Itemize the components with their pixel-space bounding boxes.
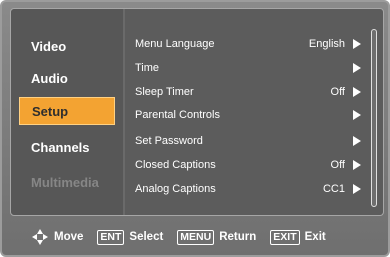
menu-row-label: Closed Captions [135, 159, 216, 171]
sidebar-item-multimedia: Multimedia [31, 175, 99, 190]
sidebar-item-setup[interactable]: Setup [19, 97, 115, 125]
menu-row-menu-language[interactable]: Menu Language English [135, 33, 365, 55]
chevron-right-icon [353, 39, 361, 49]
setup-options-list: Menu Language English Time Sleep Timer O… [129, 9, 365, 215]
sidebar-item-channels[interactable]: Channels [19, 134, 115, 162]
ent-key: ENT [97, 229, 125, 245]
chevron-right-icon [353, 184, 361, 194]
menu-row-parental-controls[interactable]: Parental Controls [135, 104, 365, 126]
menu-row-label: Set Password [135, 135, 203, 147]
menu-panel: Video Audio Setup Channels Multimedia Me… [10, 8, 384, 216]
return-hint: MENU Return [177, 229, 257, 245]
menu-row-closed-captions[interactable]: Closed Captions Off [135, 154, 365, 176]
select-hint: ENT Select [97, 229, 164, 245]
menu-row-label: Menu Language [135, 38, 215, 50]
exit-key: EXIT [270, 229, 300, 245]
move-label: Move [54, 231, 84, 243]
chevron-right-icon [353, 63, 361, 73]
chevron-right-icon [353, 110, 361, 120]
category-sidebar: Video Audio Setup Channels Multimedia [11, 9, 125, 215]
sidebar-item-audio[interactable]: Audio [19, 65, 115, 93]
menu-row-label: Analog Captions [135, 183, 216, 195]
menu-row-value: English [308, 38, 345, 50]
exit-label: Exit [304, 231, 326, 243]
menu-row-time[interactable]: Time [135, 57, 365, 79]
chevron-right-icon [353, 87, 361, 97]
menu-row-set-password[interactable]: Set Password [135, 130, 365, 152]
menu-row-label: Parental Controls [135, 109, 220, 121]
tv-osd-menu: Video Audio Setup Channels Multimedia Me… [0, 0, 390, 257]
menu-row-analog-captions[interactable]: Analog Captions CC1 [135, 178, 365, 200]
menu-row-label: Time [135, 62, 160, 74]
button-hint-bar: Move ENT Select MENU Return EXIT Exit [10, 224, 380, 250]
scrollbar[interactable] [371, 29, 377, 207]
menu-row-value: Off [330, 86, 345, 98]
chevron-right-icon [353, 160, 361, 170]
menu-row-value: Off [330, 159, 345, 171]
dpad-arrows-icon [32, 229, 48, 245]
exit-hint: EXIT Exit [270, 229, 326, 245]
move-hint: Move [32, 229, 83, 245]
select-label: Select [129, 231, 164, 243]
return-label: Return [219, 231, 257, 243]
menu-row-sleep-timer[interactable]: Sleep Timer Off [135, 81, 365, 103]
sidebar-item-video[interactable]: Video [19, 33, 115, 61]
menu-key: MENU [177, 229, 215, 245]
chevron-right-icon [353, 136, 361, 146]
menu-row-label: Sleep Timer [135, 86, 194, 98]
menu-row-value: CC1 [322, 183, 345, 195]
